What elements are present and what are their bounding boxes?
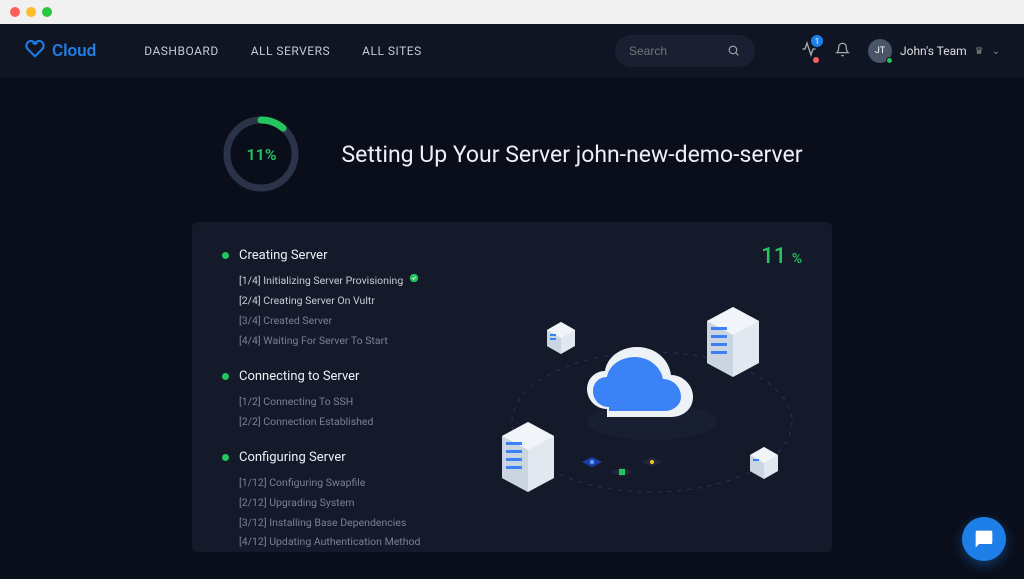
check-icon	[409, 271, 419, 290]
progress-ring: 11%	[221, 114, 301, 194]
avatar: JT	[868, 39, 892, 63]
stage-header: Creating Server	[222, 248, 802, 263]
stage-title: Configuring Server	[239, 450, 346, 465]
step-label: [2/2] Connection Established	[239, 412, 373, 432]
search-input[interactable]	[629, 44, 719, 58]
progress-percent: 11%	[221, 114, 301, 194]
main-nav: DASHBOARD ALL SERVERS ALL SITES	[144, 44, 422, 58]
step-label: [1/4] Initializing Server Provisioning	[239, 271, 403, 291]
step-label: [2/4] Creating Server On Vultr	[239, 291, 375, 311]
stage-title: Connecting to Server	[239, 369, 359, 384]
header-actions: 1 JT John's Team ♛ ⌄	[801, 39, 1000, 63]
activity-icon[interactable]: 1	[801, 41, 817, 61]
stage-bullet	[222, 252, 229, 259]
step-label: [4/4] Waiting For Server To Start	[239, 331, 388, 351]
step-item: [1/4] Initializing Server Provisioning	[239, 271, 802, 291]
logo[interactable]: Cloud	[24, 38, 96, 65]
search-icon	[727, 42, 740, 61]
step-item: [4/12] Updating Authentication Method	[239, 532, 802, 552]
avatar-initials: JT	[875, 46, 885, 56]
bell-icon[interactable]	[835, 42, 850, 61]
logo-text: Cloud	[52, 41, 96, 61]
app-header: Cloud DASHBOARD ALL SERVERS ALL SITES 1 …	[0, 24, 1024, 78]
step-label: [4/12] Updating Authentication Method	[239, 532, 420, 552]
progress-panel: 11 % Creating Server [1/4] Initializing S…	[192, 222, 832, 552]
browser-chrome	[0, 0, 1024, 24]
avatar-online-dot	[886, 57, 893, 64]
step-label: [3/4] Created Server	[239, 311, 332, 331]
team-name: John's Team	[900, 44, 967, 58]
step-label: [2/12] Upgrading System	[239, 493, 354, 513]
page-title: Setting Up Your Server john-new-demo-ser…	[341, 141, 802, 168]
cloud-server-illustration	[492, 292, 812, 532]
stage-bullet	[222, 454, 229, 461]
nav-all-sites[interactable]: ALL SITES	[362, 44, 422, 58]
window-close-dot[interactable]	[10, 7, 20, 17]
chevron-down-icon: ⌄	[992, 46, 1000, 57]
step-label: [1/12] Configuring Swapfile	[239, 473, 365, 493]
window-minimize-dot[interactable]	[26, 7, 36, 17]
logo-icon	[24, 38, 46, 65]
step-label: [3/12] Installing Base Dependencies	[239, 513, 406, 533]
chat-button[interactable]	[962, 517, 1006, 561]
stage-bullet	[222, 373, 229, 380]
activity-alert-dot	[813, 57, 819, 63]
team-dropdown[interactable]: JT John's Team ♛ ⌄	[868, 39, 1000, 63]
search-box[interactable]	[615, 35, 755, 67]
panel-percent: 11 %	[761, 244, 802, 269]
crown-icon: ♛	[975, 46, 984, 57]
nav-dashboard[interactable]: DASHBOARD	[144, 44, 218, 58]
stage-title: Creating Server	[239, 248, 327, 263]
activity-badge: 1	[811, 35, 823, 47]
nav-all-servers[interactable]: ALL SERVERS	[251, 44, 330, 58]
step-label: [1/2] Connecting To SSH	[239, 392, 353, 412]
window-maximize-dot[interactable]	[42, 7, 52, 17]
hero-section: 11% Setting Up Your Server john-new-demo…	[0, 78, 1024, 222]
